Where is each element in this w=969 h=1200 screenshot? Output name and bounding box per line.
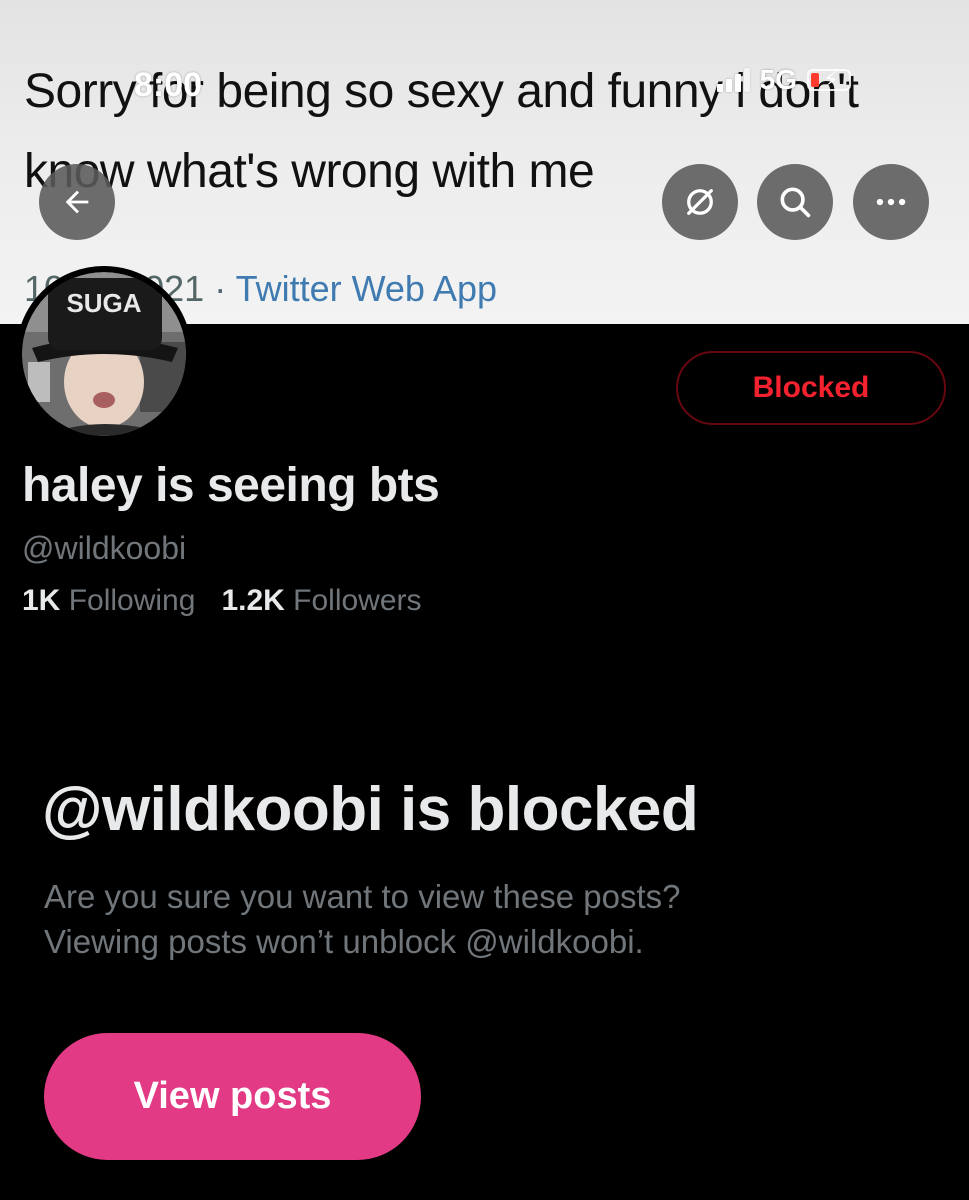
signal-icon	[716, 68, 750, 92]
network-label: 5G	[759, 64, 797, 95]
following-label: Following	[68, 584, 196, 617]
following-link[interactable]: 1K Following	[22, 584, 195, 618]
blocked-notice-description: Are you sure you want to view these post…	[44, 874, 924, 964]
followers-link[interactable]: 1.2K Followers	[221, 584, 421, 618]
view-posts-button[interactable]: View posts	[44, 1033, 421, 1160]
blocked-notice-line-2: Viewing posts won’t unblock @wildkoobi.	[44, 923, 644, 960]
avatar[interactable]: SUGA	[16, 266, 192, 442]
avatar-image: SUGA	[22, 272, 186, 436]
battery-charging-icon: ⚡	[807, 67, 851, 92]
followers-count: 1.2K	[221, 584, 285, 617]
more-icon	[876, 198, 906, 206]
blocked-button[interactable]: Blocked	[676, 351, 946, 425]
back-button[interactable]	[39, 164, 115, 240]
status-time: 8:00	[134, 66, 203, 104]
blocked-notice-line-1: Are you sure you want to view these post…	[44, 878, 681, 915]
followers-label: Followers	[293, 584, 422, 617]
blocked-notice-title: @wildkoobi is blocked	[42, 775, 699, 844]
banner-tweet-source: Twitter Web App	[235, 268, 498, 309]
more-button[interactable]	[853, 164, 929, 240]
avatar-hat-text: SUGA	[66, 288, 141, 318]
grok-icon	[687, 189, 713, 215]
follow-stats: 1K Following 1.2K Followers	[22, 584, 422, 618]
search-icon	[780, 187, 811, 218]
user-handle: @wildkoobi	[22, 530, 187, 566]
banner-meta-separator: ·	[214, 268, 227, 309]
following-count: 1K	[22, 584, 61, 617]
arrow-left-icon	[65, 190, 89, 214]
search-button[interactable]	[757, 164, 833, 240]
display-name: haley is seeing bts	[22, 459, 440, 512]
grok-button[interactable]	[662, 164, 738, 240]
status-indicators: 5G ⚡	[716, 64, 851, 96]
